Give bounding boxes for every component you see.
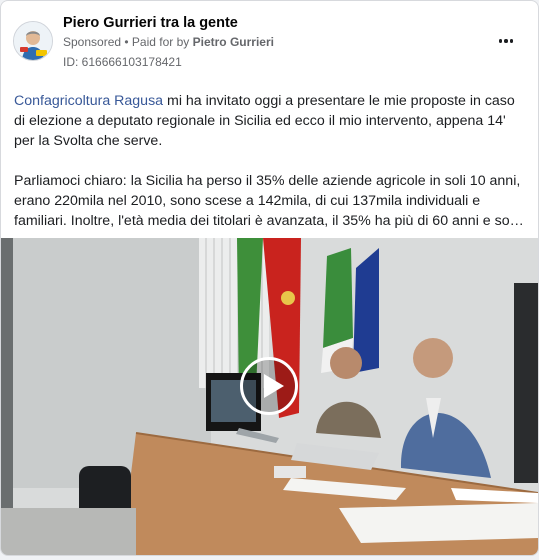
separator: • bbox=[121, 35, 132, 49]
paragraph-1: Confagricoltura Ragusa mi ha invitato og… bbox=[14, 91, 526, 151]
payer-name[interactable]: Pietro Gurrieri bbox=[193, 35, 274, 49]
page-name[interactable]: Piero Gurrieri tra la gente bbox=[63, 15, 238, 31]
sponsored-label: Sponsored bbox=[63, 35, 122, 49]
mention-link[interactable]: Confagricoltura Ragusa bbox=[14, 93, 163, 109]
post-text: Confagricoltura Ragusa mi ha invitato og… bbox=[14, 91, 526, 231]
page-avatar[interactable] bbox=[13, 21, 53, 61]
sponsored-line: Sponsored • Paid for by Pietro Gurrieri bbox=[63, 35, 274, 49]
ad-card: Piero Gurrieri tra la gente Sponsored • … bbox=[0, 0, 539, 556]
avatar-image bbox=[14, 22, 52, 60]
play-icon[interactable] bbox=[240, 357, 298, 415]
paragraph-2: Parliamoci chiaro: la Sicilia ha perso i… bbox=[14, 173, 521, 229]
post-header: Piero Gurrieri tra la gente Sponsored • … bbox=[1, 1, 538, 81]
ad-id: ID: 616666103178421 bbox=[63, 55, 182, 69]
paid-for-label: Paid for by bbox=[131, 35, 193, 49]
more-options-icon[interactable] bbox=[494, 31, 518, 51]
